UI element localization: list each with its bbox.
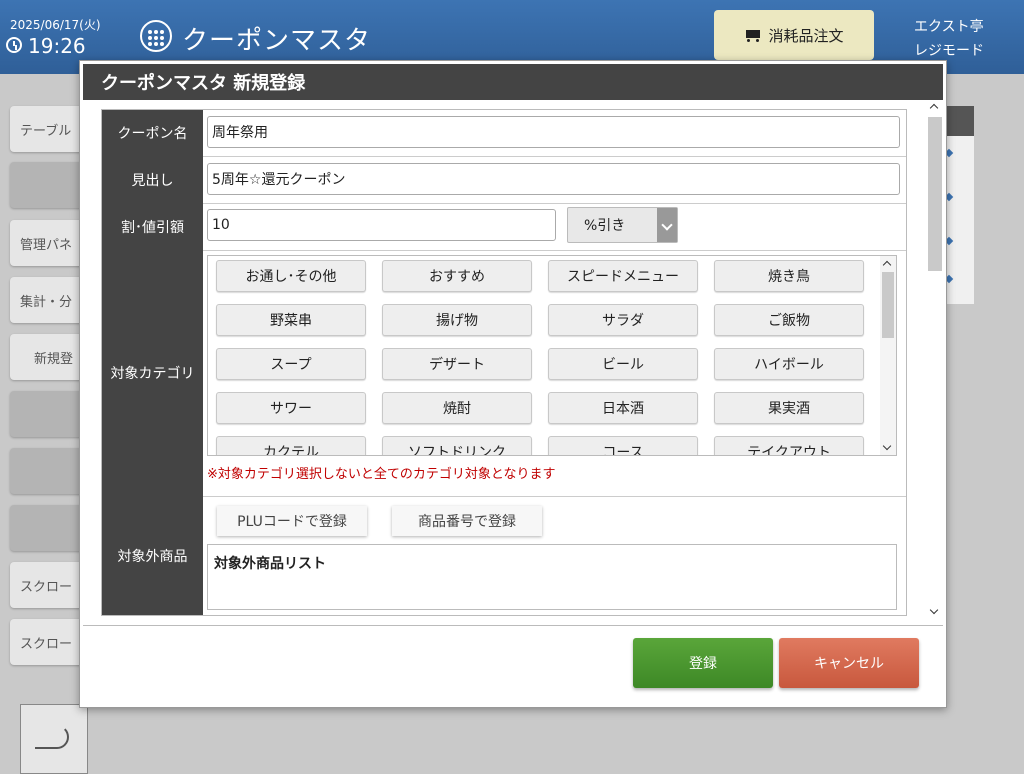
- register-by-item-no-button[interactable]: 商品番号で登録: [392, 506, 542, 536]
- row-excluded: 対象外商品 PLUコードで登録 商品番号で登録 対象外商品リスト: [102, 496, 906, 615]
- label-heading: 見出し: [102, 156, 203, 203]
- category-button[interactable]: ご飯物: [714, 304, 864, 336]
- register-mode: レジモード: [914, 43, 984, 59]
- chevron-down-icon: [657, 208, 677, 242]
- category-button[interactable]: サラダ: [548, 304, 698, 336]
- bg-table: [944, 106, 974, 304]
- category-button[interactable]: サワー: [216, 392, 366, 424]
- return-arrow-icon: [35, 725, 69, 749]
- category-button[interactable]: ビール: [548, 348, 698, 380]
- label-discount: 割･値引額: [102, 203, 203, 250]
- heading-input[interactable]: 5周年☆還元クーポン: [207, 163, 900, 195]
- scroll-up-icon[interactable]: [882, 260, 892, 270]
- header-time-text: 19:26: [28, 34, 86, 58]
- store-name: エクスト亭: [914, 19, 984, 35]
- scrollbar-thumb[interactable]: [882, 272, 894, 338]
- scroll-down-icon[interactable]: [882, 441, 892, 451]
- dialog-scrollbar[interactable]: [927, 101, 943, 617]
- back-button[interactable]: [20, 704, 88, 774]
- category-button[interactable]: スピードメニュー: [548, 260, 698, 292]
- category-scrollbar[interactable]: [880, 256, 896, 455]
- cart-icon: [744, 28, 762, 42]
- category-button[interactable]: ハイボール: [714, 348, 864, 380]
- register-by-plu-button[interactable]: PLUコードで登録: [217, 506, 367, 536]
- category-button[interactable]: 野菜串: [216, 304, 366, 336]
- row-categories: 対象カテゴリ お通し･その他 おすすめ スピードメニュー 焼き鳥野菜串 揚げ物 サラダ ご飯…: [102, 250, 906, 497]
- category-button[interactable]: デザート: [382, 348, 532, 380]
- coupon-register-dialog: クーポンマスタ 新規登録 クーポン名 周年祭用 見出し 5周年☆還元クーポン 割…: [79, 60, 947, 708]
- category-button[interactable]: 揚げ物: [382, 304, 532, 336]
- label-excluded: 対象外商品: [102, 496, 203, 615]
- category-note: ※対象カテゴリ選択しないと全てのカテゴリ対象となります: [207, 467, 556, 482]
- label-coupon-name: クーポン名: [102, 110, 203, 156]
- category-button[interactable]: 焼き鳥: [714, 260, 864, 292]
- scrollbar-thumb[interactable]: [928, 117, 942, 271]
- category-button[interactable]: テイクアウト: [714, 436, 864, 455]
- label-categories: 対象カテゴリ: [102, 250, 203, 496]
- category-button[interactable]: おすすめ: [382, 260, 532, 292]
- coupon-form: クーポン名 周年祭用 見出し 5周年☆還元クーポン 割･値引額 10 %引き 対…: [101, 109, 907, 616]
- category-button[interactable]: 焼酎: [382, 392, 532, 424]
- clock-icon: [6, 37, 22, 53]
- menu-grid-icon[interactable]: [140, 20, 172, 52]
- excluded-item-list: 対象外商品リスト: [207, 544, 897, 610]
- category-button[interactable]: カクテル: [216, 436, 366, 455]
- category-button[interactable]: 果実酒: [714, 392, 864, 424]
- dialog-title: クーポンマスタ 新規登録: [83, 64, 943, 100]
- header-date: 2025/06/17(火): [10, 18, 101, 32]
- discount-type-value: %引き: [584, 218, 626, 234]
- coupon-name-input[interactable]: 周年祭用: [207, 116, 900, 148]
- header-time: 19:26: [6, 34, 86, 58]
- scroll-down-icon[interactable]: [929, 605, 939, 615]
- discount-type-select[interactable]: %引き: [567, 207, 678, 243]
- category-button[interactable]: コース: [548, 436, 698, 455]
- scroll-up-icon[interactable]: [929, 103, 939, 113]
- row-coupon-name: クーポン名 周年祭用: [102, 110, 906, 157]
- discount-amount-input[interactable]: 10: [207, 209, 556, 241]
- page-title: クーポンマスタ: [182, 26, 372, 56]
- category-list: お通し･その他 おすすめ スピードメニュー 焼き鳥野菜串 揚げ物 サラダ ご飯物スープ デザー…: [207, 255, 897, 456]
- supplies-order-label: 消耗品注文: [768, 26, 844, 45]
- category-button[interactable]: スープ: [216, 348, 366, 380]
- footer-divider: [83, 625, 943, 626]
- cancel-button[interactable]: キャンセル: [779, 638, 919, 688]
- row-discount: 割･値引額 10 %引き: [102, 203, 906, 251]
- category-button[interactable]: 日本酒: [548, 392, 698, 424]
- register-button[interactable]: 登録: [633, 638, 773, 688]
- supplies-order-button[interactable]: 消耗品注文: [714, 10, 874, 60]
- category-button[interactable]: ソフトドリンク: [382, 436, 532, 455]
- row-heading: 見出し 5周年☆還元クーポン: [102, 156, 906, 204]
- category-button[interactable]: お通し･その他: [216, 260, 366, 292]
